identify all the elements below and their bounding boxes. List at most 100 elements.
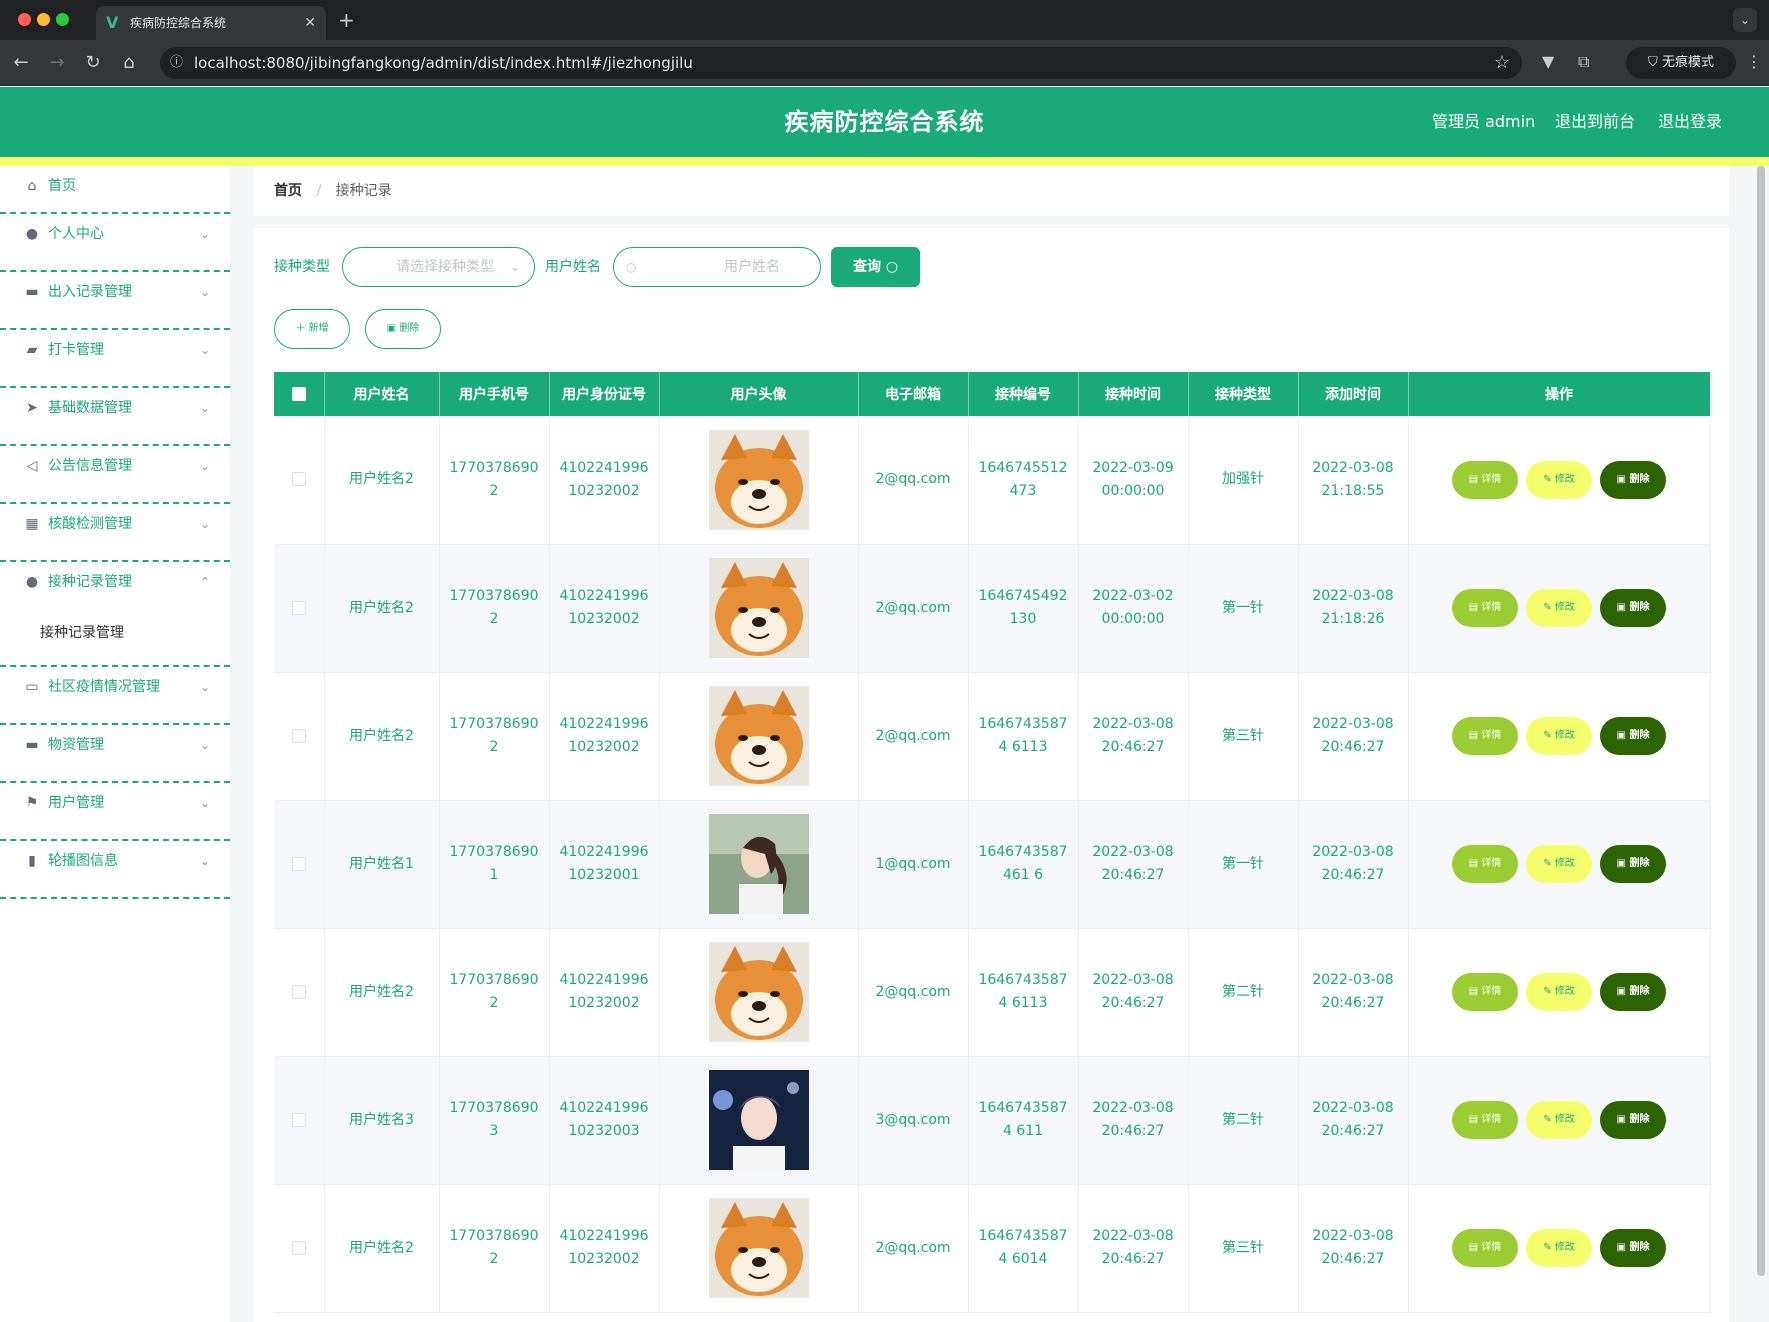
sidebar-item-carousel[interactable]: ▮ 轮播图信息 ⌄: [0, 841, 230, 899]
sidebar-item-personal-center[interactable]: ● 个人中心 ⌄: [0, 214, 230, 272]
edit-button[interactable]: ✎ 修改: [1526, 1229, 1592, 1267]
delete-button[interactable]: ▣ 删除: [1600, 845, 1666, 883]
back-icon[interactable]: ←: [10, 50, 32, 76]
close-window-button[interactable]: [18, 13, 31, 26]
detail-button[interactable]: ▤ 详情: [1452, 845, 1518, 883]
cell-phone: 17703786902: [439, 672, 550, 801]
batch-delete-button[interactable]: ▣ 删除: [365, 309, 441, 349]
detail-button[interactable]: ▤ 详情: [1452, 589, 1518, 627]
printer-icon: ▬: [25, 284, 39, 300]
bookmark-star-icon[interactable]: ☆: [1494, 47, 1510, 79]
sidebar-item-supplies[interactable]: ▬ 物资管理 ⌄: [0, 725, 230, 783]
select-all-cell[interactable]: [274, 372, 325, 416]
chat-icon: ▭: [25, 679, 39, 695]
extension-v-icon[interactable]: ▼: [1542, 52, 1554, 71]
vaccine-type-placeholder: 请选择接种类型: [396, 259, 494, 275]
row-checkbox[interactable]: [291, 856, 306, 871]
browser-menu-icon[interactable]: ⋮: [1746, 52, 1762, 71]
minimize-window-button[interactable]: [37, 13, 50, 26]
chevron-down-icon: ⌄: [199, 285, 210, 299]
browser-tab[interactable]: V 疾病防控综合系统 ✕: [96, 6, 326, 40]
address-bar[interactable]: ⓘ localhost:8080/jibingfangkong/admin/di…: [160, 47, 1522, 79]
detail-button[interactable]: ▤ 详情: [1452, 717, 1518, 755]
back-to-front-link[interactable]: 退出到前台: [1555, 87, 1635, 157]
tab-close-icon[interactable]: ✕: [304, 6, 316, 40]
edit-button[interactable]: ✎ 修改: [1526, 1101, 1592, 1139]
cell-email: 2@qq.com: [858, 544, 969, 673]
delete-button[interactable]: ▣ 删除: [1600, 589, 1666, 627]
detail-button[interactable]: ▤ 详情: [1452, 460, 1518, 499]
row-checkbox[interactable]: [291, 600, 306, 615]
chevron-up-icon: ⌃: [199, 575, 210, 589]
sidebar-item-base-data[interactable]: ➤ 基础数据管理 ⌄: [0, 388, 230, 446]
row-checkbox[interactable]: [291, 1240, 306, 1255]
incognito-badge[interactable]: ⛉ 无痕模式: [1626, 47, 1736, 79]
home-icon[interactable]: ⌂: [118, 50, 140, 76]
cell-idcard: 410224199610232002: [549, 928, 660, 1057]
forward-icon[interactable]: →: [46, 50, 68, 76]
detail-button[interactable]: ▤ 详情: [1452, 973, 1518, 1011]
sidebar-item-home[interactable]: ⌂ 首页: [0, 166, 230, 214]
row-select-cell[interactable]: [274, 928, 325, 1057]
main-content: 接种类型 请选择接种类型 ⌄ 用户姓名 ○ 用户姓名 查询 ○ ＋ 新增 ▣ 删…: [254, 228, 1729, 1322]
row-select-cell[interactable]: [274, 416, 325, 545]
row-checkbox[interactable]: [291, 472, 306, 487]
tab-search-icon[interactable]: ⌄: [1733, 8, 1757, 32]
detail-button[interactable]: ▤ 详情: [1452, 1229, 1518, 1267]
select-all-checkbox[interactable]: [291, 387, 306, 401]
logout-link[interactable]: 退出登录: [1658, 87, 1722, 157]
sidebar-item-announcements[interactable]: ◁ 公告信息管理 ⌄: [0, 446, 230, 504]
detail-button[interactable]: ▤ 详情: [1452, 1101, 1518, 1139]
edit-label: 修改: [1554, 1114, 1575, 1125]
row-checkbox[interactable]: [291, 728, 306, 743]
sidebar-item-access-records[interactable]: ▬ 出入记录管理 ⌄: [0, 272, 230, 330]
url-text: localhost:8080/jibingfangkong/admin/dist…: [194, 54, 693, 72]
user-avatar: [708, 942, 809, 1042]
page-scrollbar[interactable]: [1757, 166, 1765, 1276]
row-select-cell[interactable]: [274, 672, 325, 801]
new-tab-icon[interactable]: +: [338, 6, 355, 34]
edit-button[interactable]: ✎ 修改: [1526, 973, 1592, 1011]
row-select-cell[interactable]: [274, 1184, 325, 1313]
cell-name: 用户姓名3: [324, 1056, 440, 1185]
sidebar-item-users[interactable]: ⚑ 用户管理 ⌄: [0, 783, 230, 841]
row-checkbox[interactable]: [291, 984, 306, 999]
row-select-cell[interactable]: [274, 800, 325, 929]
delete-button[interactable]: ▣ 删除: [1600, 460, 1666, 499]
delete-label: 删除: [1629, 602, 1650, 613]
row-checkbox[interactable]: [291, 1112, 306, 1127]
breadcrumb-home[interactable]: 首页: [274, 183, 302, 199]
edit-button[interactable]: ✎ 修改: [1526, 717, 1592, 755]
sidebar-item-nucleic-test[interactable]: ▦ 核酸检测管理 ⌄: [0, 504, 230, 562]
cell-idcard: 410224199610232002: [549, 544, 660, 673]
edit-button[interactable]: ✎ 修改: [1526, 845, 1592, 883]
chevron-down-icon: ⌄: [199, 401, 210, 415]
cell-code: 1646745512473: [968, 416, 1079, 545]
sidebar-subitem-vaccination-records[interactable]: 接种记录管理: [40, 615, 124, 651]
delete-label: 删除: [1629, 473, 1650, 485]
edit-button[interactable]: ✎ 修改: [1526, 460, 1592, 499]
row-select-cell[interactable]: [274, 544, 325, 673]
delete-button[interactable]: ▣ 删除: [1600, 717, 1666, 755]
cell-code: 16467435874 6113: [968, 928, 1079, 1057]
cell-added: 2022-03-08 20:46:27: [1298, 672, 1409, 801]
edit-button[interactable]: ✎ 修改: [1526, 589, 1592, 627]
sidebar-item-vaccination[interactable]: ● 接种记录管理 ⌃ 接种记录管理: [0, 562, 230, 667]
vaccine-type-select[interactable]: 请选择接种类型 ⌄: [342, 247, 535, 287]
extensions-puzzle-icon[interactable]: ⧉: [1578, 52, 1589, 72]
sidebar-item-checkin[interactable]: ▰ 打卡管理 ⌄: [0, 330, 230, 388]
query-button[interactable]: 查询 ○: [831, 247, 920, 287]
delete-button[interactable]: ▣ 删除: [1600, 973, 1666, 1011]
site-info-icon[interactable]: ⓘ: [170, 47, 183, 79]
delete-button[interactable]: ▣ 删除: [1600, 1229, 1666, 1267]
delete-button[interactable]: ▣ 删除: [1600, 1101, 1666, 1139]
reload-icon[interactable]: ↻: [82, 50, 104, 76]
row-select-cell[interactable]: [274, 1056, 325, 1185]
user-name-input[interactable]: ○ 用户姓名: [613, 247, 821, 287]
sidebar-item-community-epidemic[interactable]: ▭ 社区疫情情况管理 ⌄: [0, 667, 230, 725]
detail-label: 详情: [1481, 1114, 1502, 1125]
table-row: 用户姓名2 17703786902 410224199610232002 2@qq.c…: [274, 1184, 1711, 1313]
add-button[interactable]: ＋ 新增: [274, 309, 350, 349]
maximize-window-button[interactable]: [56, 13, 69, 26]
tab-title: 疾病防控综合系统: [130, 16, 227, 30]
